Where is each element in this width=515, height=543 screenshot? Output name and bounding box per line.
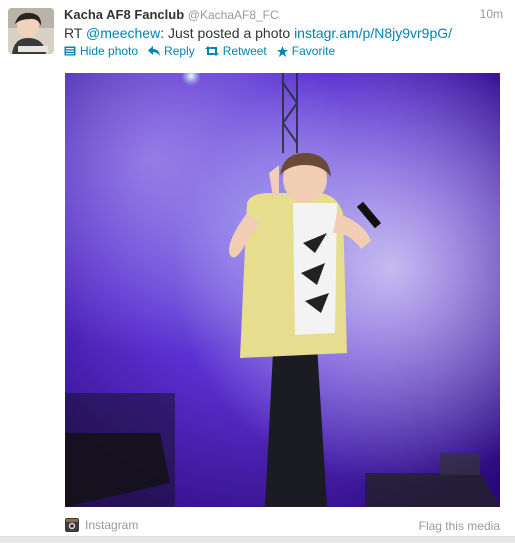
tweet-text: RT @meechew: Just posted a photo instagr…	[64, 25, 507, 41]
tweet-bottom-border	[0, 536, 515, 543]
concert-photo	[65, 73, 500, 507]
instagram-link[interactable]: instagr.am/p/N8jy9vr9pG/	[294, 25, 452, 41]
tweet-header: Kacha AF8 Fanclub @KachaAF8_FC 10m	[64, 7, 503, 25]
avatar[interactable]	[8, 8, 54, 54]
instagram-label: Instagram	[85, 518, 139, 532]
hide-photo-label: Hide photo	[80, 44, 139, 58]
mention-link[interactable]: @meechew	[86, 25, 160, 41]
tweet-actions: Hide photo Reply Retweet Favorite	[64, 44, 335, 58]
user-fullname[interactable]: Kacha AF8 Fanclub	[64, 7, 184, 22]
favorite-label: Favorite	[291, 44, 336, 58]
media-footer: Instagram Flag this media	[65, 515, 500, 535]
retweet-prefix: RT	[64, 25, 83, 41]
photo-icon	[64, 46, 76, 56]
retweet-label: Retweet	[222, 44, 267, 58]
tweet-photo[interactable]	[65, 73, 500, 507]
flag-media-link[interactable]: Flag this media	[419, 519, 500, 533]
retweet-button[interactable]: Retweet	[204, 44, 267, 58]
reply-icon	[148, 46, 161, 56]
hide-photo-button[interactable]: Hide photo	[64, 44, 138, 58]
instagram-icon	[65, 518, 79, 532]
tweet-body: : Just posted a photo	[160, 25, 291, 41]
tweet: Kacha AF8 Fanclub @KachaAF8_FC 10m RT @m…	[0, 0, 515, 543]
retweet-icon	[204, 46, 219, 56]
user-username[interactable]: @KachaAF8_FC	[188, 8, 279, 22]
star-icon	[276, 45, 288, 57]
favorite-button[interactable]: Favorite	[276, 44, 336, 58]
instagram-source[interactable]: Instagram	[65, 518, 138, 532]
reply-label: Reply	[164, 44, 195, 58]
avatar-image	[8, 8, 54, 54]
reply-button[interactable]: Reply	[148, 44, 195, 58]
tweet-timestamp[interactable]: 10m	[480, 7, 503, 21]
